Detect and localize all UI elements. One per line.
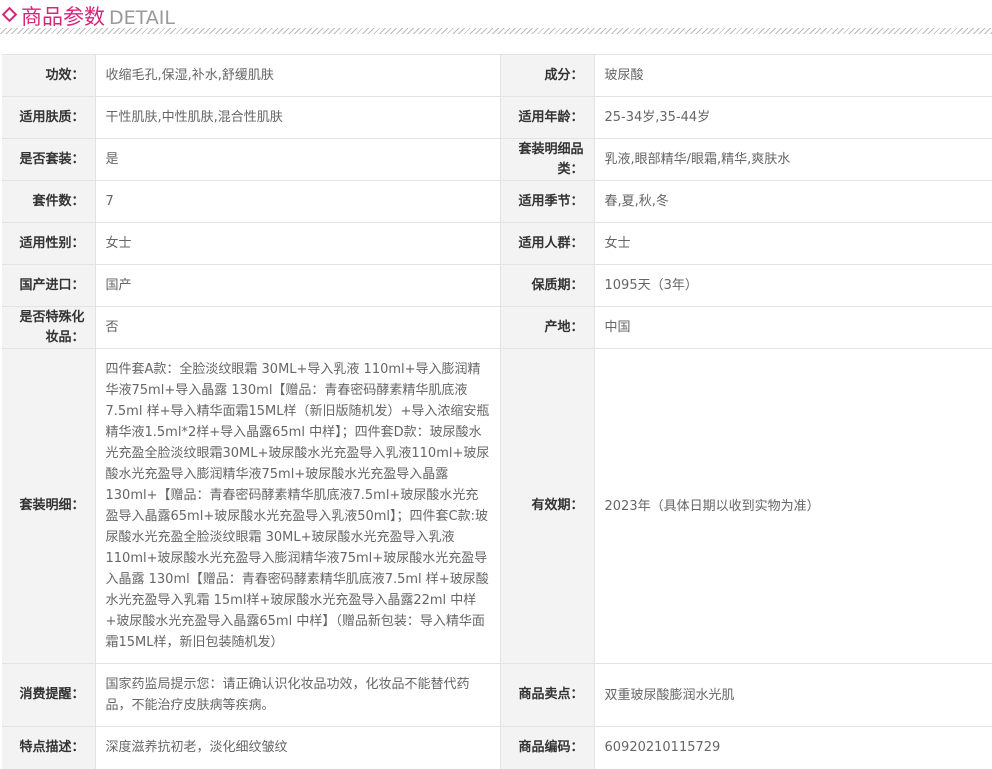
param-value: 1095天（3年） xyxy=(594,264,992,307)
table-row: 适用肤质： 干性肌肤,中性肌肤,混合性肌肤 适用年龄： 25-34岁,35-44… xyxy=(2,96,992,139)
param-value: 国产 xyxy=(95,264,501,307)
param-label: 有效期： xyxy=(500,348,595,664)
param-label: 国产进口： xyxy=(2,264,96,307)
param-label: 商品卖点： xyxy=(500,663,595,727)
product-params-table: 功效： 收缩毛孔,保湿,补水,舒缓肌肤 成分： 玻尿酸 适用肤质： 干性肌肤,中… xyxy=(2,54,992,769)
param-value: 25-34岁,35-44岁 xyxy=(594,96,992,139)
param-label: 套装明细： xyxy=(2,348,96,664)
section-header: 商品参数 DETAIL xyxy=(0,0,992,34)
param-label: 消费提醒： xyxy=(2,663,96,727)
param-label: 适用季节： xyxy=(500,180,595,223)
hatched-divider xyxy=(0,28,992,34)
param-label: 功效： xyxy=(2,54,96,97)
section-title-en: DETAIL xyxy=(109,7,175,29)
param-value: 2023年（具体日期以收到实物为准） xyxy=(594,348,992,664)
table-row: 套件数： 7 适用季节： 春,夏,秋,冬 xyxy=(2,180,992,223)
param-value: 乳液,眼部精华/眼霜,精华,爽肤水 xyxy=(594,138,992,181)
param-value: 否 xyxy=(95,306,501,349)
table-row: 特点描述： 深度滋养抗初老，淡化细纹皱纹 商品编码： 6092021011572… xyxy=(2,726,992,769)
table-row: 套装明细： 四件套A款：全脸淡纹眼霜 30ML+导入乳液 110ml+导入膨润精… xyxy=(2,348,992,664)
param-value: 双重玻尿酸膨润水光肌 xyxy=(594,663,992,727)
param-value: 玻尿酸 xyxy=(594,54,992,97)
table-row: 适用性别： 女士 适用人群： 女士 xyxy=(2,222,992,265)
param-label: 适用年龄： xyxy=(500,96,595,139)
section-title: 商品参数 DETAIL xyxy=(21,1,175,31)
param-value: 是 xyxy=(95,138,501,181)
param-label: 成分： xyxy=(500,54,595,97)
param-label: 适用肤质： xyxy=(2,96,96,139)
section-title-cn: 商品参数 xyxy=(21,5,105,29)
table-row: 功效： 收缩毛孔,保湿,补水,舒缓肌肤 成分： 玻尿酸 xyxy=(2,54,992,97)
param-label: 是否套装： xyxy=(2,138,96,181)
table-row: 消费提醒： 国家药监局提示您：请正确认识化妆品功效，化妆品不能替代药品，不能治疗… xyxy=(2,663,992,727)
table-row: 国产进口： 国产 保质期： 1095天（3年） xyxy=(2,264,992,307)
param-label: 适用人群： xyxy=(500,222,595,265)
table-row: 是否套装： 是 套装明细品类： 乳液,眼部精华/眼霜,精华,爽肤水 xyxy=(2,138,992,181)
param-label: 产地： xyxy=(500,306,595,349)
param-value: 女士 xyxy=(594,222,992,265)
param-label: 是否特殊化妆品： xyxy=(2,306,96,349)
param-label: 保质期： xyxy=(500,264,595,307)
diamond-icon xyxy=(1,6,18,23)
param-label: 套装明细品类： xyxy=(500,138,595,181)
param-label: 商品编码： xyxy=(500,726,595,769)
param-label: 套件数： xyxy=(2,180,96,223)
param-value: 60920210115729 xyxy=(594,726,992,769)
param-value: 干性肌肤,中性肌肤,混合性肌肤 xyxy=(95,96,501,139)
param-value: 女士 xyxy=(95,222,501,265)
param-label: 特点描述： xyxy=(2,726,96,769)
param-value: 深度滋养抗初老，淡化细纹皱纹 xyxy=(95,726,501,769)
param-value: 中国 xyxy=(594,306,992,349)
table-row: 是否特殊化妆品： 否 产地： 中国 xyxy=(2,306,992,349)
param-value: 7 xyxy=(95,180,501,223)
param-value: 国家药监局提示您：请正确认识化妆品功效，化妆品不能替代药品，不能治疗皮肤病等疾病… xyxy=(95,663,501,727)
param-value: 春,夏,秋,冬 xyxy=(594,180,992,223)
param-value: 收缩毛孔,保湿,补水,舒缓肌肤 xyxy=(95,54,501,97)
param-label: 适用性别： xyxy=(2,222,96,265)
param-value: 四件套A款：全脸淡纹眼霜 30ML+导入乳液 110ml+导入膨润精华液75ml… xyxy=(95,348,501,664)
